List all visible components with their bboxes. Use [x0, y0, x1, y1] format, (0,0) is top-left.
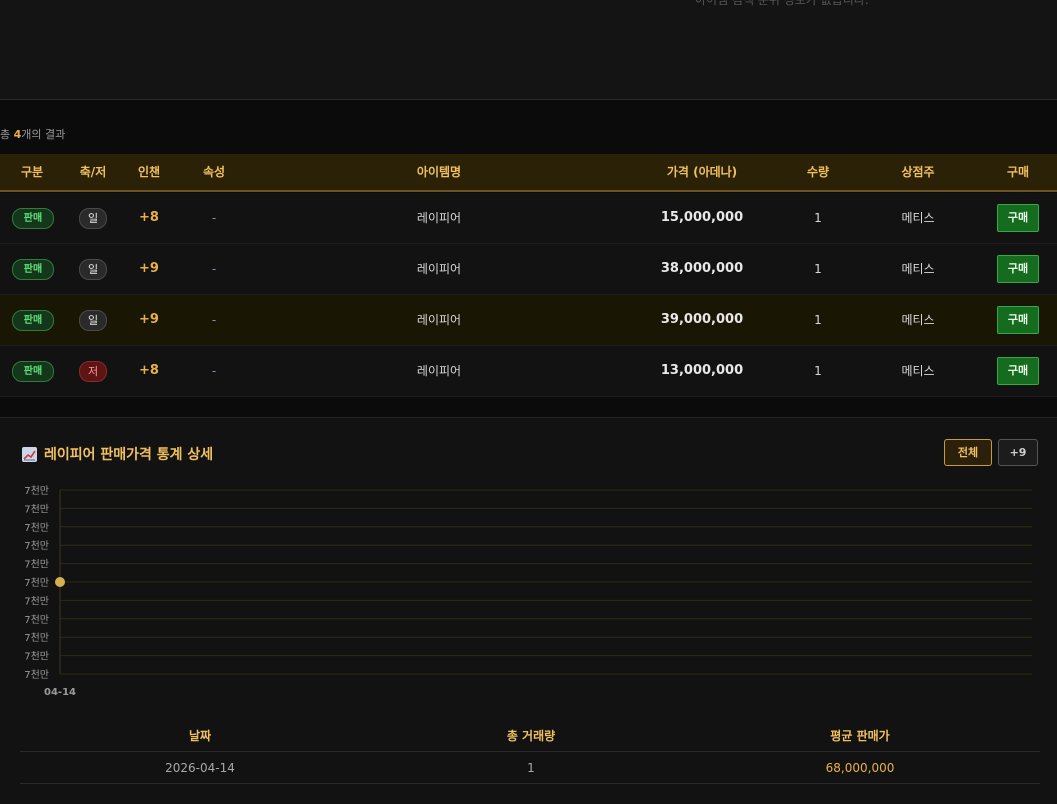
table-row: 판매 일 +8 - 레이피어 15,000,000 1 메티스 구매: [0, 193, 1057, 244]
attribute-value: -: [211, 313, 217, 327]
enchant-level: +8: [139, 210, 159, 225]
stats-row-volume: 1: [527, 761, 535, 775]
buy-button[interactable]: 구매: [997, 306, 1039, 334]
table-row: 판매 일 +9 - 레이피어 39,000,000 1 메티스 구매: [0, 295, 1057, 346]
attribute-value: -: [211, 211, 217, 225]
y-tick-label: 7천만: [24, 595, 49, 607]
y-tick-label: 7천만: [24, 632, 49, 644]
chart-increasing-icon: [22, 446, 37, 462]
result-count: 총 4개의 결과: [0, 126, 65, 142]
item-name: 레이피어: [416, 262, 462, 276]
item-name: 레이피어: [416, 364, 462, 378]
item-quantity: 1: [814, 313, 822, 327]
price-stats-panel: 레이피어 판매가격 통계 상세 전체 +9 7천만 7천만 7천만 7천만 7천만 7천만…: [0, 417, 1057, 804]
attribute-value: -: [211, 262, 217, 276]
seller-name: 메티스: [901, 211, 935, 225]
bless-badge: 저: [79, 361, 107, 382]
buy-button[interactable]: 구매: [997, 204, 1039, 232]
sale-badge: 판매: [12, 259, 54, 280]
bless-badge: 일: [79, 208, 107, 229]
item-quantity: 1: [814, 364, 822, 378]
filter-all-button[interactable]: 전체: [944, 439, 992, 466]
stats-header-volume: 총 거래량: [506, 729, 556, 743]
bless-badge: 일: [79, 310, 107, 331]
item-price: 15,000,000: [660, 210, 744, 225]
header-type: 구분: [20, 165, 44, 179]
stats-title-text: 레이피어 판매가격 통계 상세: [44, 447, 214, 463]
item-quantity: 1: [814, 211, 822, 225]
data-point[interactable]: [55, 577, 65, 587]
y-tick-label: 7천만: [24, 540, 49, 552]
stats-table-header: 날짜 총 거래량 평균 판매가: [20, 723, 1040, 752]
price-line-chart: 7천만 7천만 7천만 7천만 7천만 7천만 7천만 7천만 7천만 7천만 7천만 04-14: [24, 485, 1032, 698]
listing-table-header: 구분 축/저 인챈 속성 아이템명 가격 (아데나) 수량 상점주 구매: [0, 154, 1057, 192]
enchant-level: +8: [139, 363, 159, 378]
y-tick-label: 7천만: [24, 651, 49, 663]
x-tick-label: 04-14: [44, 687, 76, 698]
header-quantity: 수량: [806, 165, 830, 179]
y-tick-label: 7천만: [24, 614, 49, 626]
y-tick-label: 7천만: [24, 577, 49, 589]
seller-name: 메티스: [901, 313, 935, 327]
header-enchant: 인챈: [137, 165, 161, 179]
stats-title: 레이피어 판매가격 통계 상세: [22, 444, 213, 464]
header-attribute: 속성: [202, 165, 226, 179]
item-price: 39,000,000: [660, 312, 744, 327]
enchant-level: +9: [139, 312, 159, 327]
buy-button[interactable]: 구매: [997, 357, 1039, 385]
stats-header-avg: 평균 판매가: [830, 729, 890, 743]
y-tick-label: 7천만: [24, 522, 49, 534]
stats-header-date: 날짜: [188, 729, 212, 743]
y-tick-label: 7천만: [24, 559, 49, 571]
table-row: 판매 저 +8 - 레이피어 13,000,000 1 메티스 구매: [0, 346, 1057, 397]
item-price: 38,000,000: [660, 261, 744, 276]
attribute-value: -: [211, 364, 217, 378]
search-info-note: 아이템 검색 준위 정보가 없습니다.: [695, 0, 869, 7]
item-name: 레이피어: [416, 211, 462, 225]
result-count-prefix: 총: [0, 128, 14, 141]
sale-badge: 판매: [12, 361, 54, 382]
header-buy: 구매: [1006, 165, 1030, 179]
filter-plus9-button[interactable]: +9: [998, 439, 1038, 466]
sale-badge: 판매: [12, 310, 54, 331]
bless-badge: 일: [79, 259, 107, 280]
y-tick-label: 7천만: [24, 485, 49, 497]
enchant-level: +9: [139, 261, 159, 276]
header-item-name: 아이템명: [416, 165, 462, 179]
y-tick-label: 7천만: [24, 503, 49, 515]
y-tick-label: 7천만: [24, 669, 49, 681]
header-price: 가격 (아데나): [666, 165, 738, 179]
stats-table: 날짜 총 거래량 평균 판매가 2026-04-14 1 68,000,000: [20, 723, 1040, 784]
header-seller: 상점주: [901, 165, 935, 179]
item-quantity: 1: [814, 262, 822, 276]
seller-name: 메티스: [901, 364, 935, 378]
item-name: 레이피어: [416, 313, 462, 327]
header-bless: 축/저: [79, 165, 107, 179]
result-count-suffix: 개의 결과: [21, 128, 66, 141]
item-price: 13,000,000: [660, 363, 744, 378]
search-info-panel: 아이템 검색 준위 정보가 없습니다.: [0, 0, 1057, 100]
seller-name: 메티스: [901, 262, 935, 276]
stats-row-date: 2026-04-14: [165, 761, 235, 775]
buy-button[interactable]: 구매: [997, 255, 1039, 283]
stats-row-avg: 68,000,000: [825, 761, 895, 775]
sale-badge: 판매: [12, 208, 54, 229]
table-row: 판매 일 +9 - 레이피어 38,000,000 1 메티스 구매: [0, 244, 1057, 295]
stats-table-row: 2026-04-14 1 68,000,000: [20, 752, 1040, 784]
